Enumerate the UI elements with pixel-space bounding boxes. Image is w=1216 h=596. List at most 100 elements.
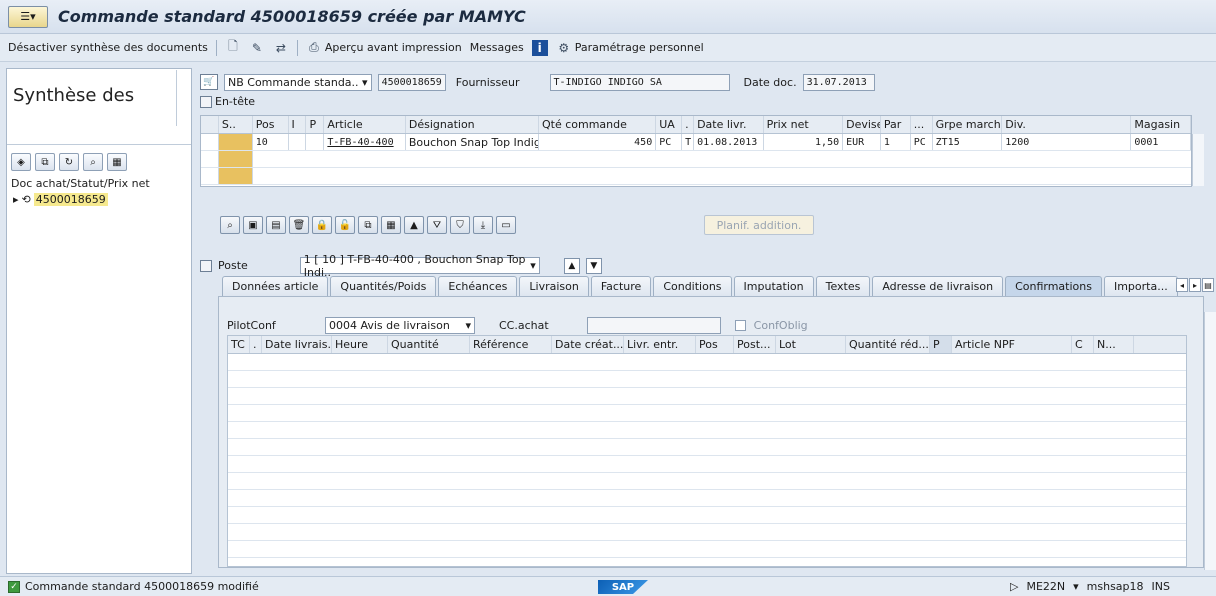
supplier-field[interactable]: T-INDIGO INDIGO SA bbox=[549, 73, 730, 91]
chevron-down-icon[interactable]: ▾ bbox=[1073, 580, 1079, 593]
tab-conditions[interactable]: Conditions bbox=[653, 276, 732, 296]
table-row[interactable] bbox=[228, 405, 1186, 422]
tree-node-po[interactable]: ▸ ⟲ 4500018659 bbox=[13, 193, 108, 206]
copy-icon[interactable]: ⧉ bbox=[35, 153, 55, 171]
item-select[interactable]: 1 [ 10 ] T-FB-40-400 , Bouchon Snap Top … bbox=[299, 253, 540, 279]
cell-net-price[interactable]: 1,50 bbox=[764, 134, 844, 150]
tab-confirmations[interactable]: Confirmations bbox=[1005, 276, 1102, 296]
table-row[interactable] bbox=[228, 456, 1186, 473]
cell-pos[interactable]: 10 bbox=[253, 134, 289, 150]
table-row[interactable] bbox=[228, 473, 1186, 490]
doc-icon[interactable]: ▭ bbox=[496, 216, 516, 234]
tab-quantites-poids[interactable]: Quantités/Poids bbox=[330, 276, 437, 296]
row-selector[interactable] bbox=[201, 168, 219, 184]
filter-icon[interactable]: ⛛ bbox=[427, 216, 447, 234]
tab-adresse-livraison[interactable]: Adresse de livraison bbox=[872, 276, 1004, 296]
play-icon[interactable]: ▷ bbox=[1010, 580, 1018, 593]
pilotconf-select[interactable]: 0004 Avis de livraison ▾ bbox=[325, 317, 475, 334]
table-row[interactable] bbox=[228, 524, 1186, 541]
unlock-icon[interactable]: 🔓 bbox=[335, 216, 355, 234]
items-grid-scrollbar[interactable] bbox=[1192, 134, 1204, 186]
table-row[interactable]: 10 T-FB-40-400 Bouchon Snap Top Indigo 4… bbox=[201, 134, 1191, 151]
tab-importation[interactable]: Importa... bbox=[1103, 276, 1178, 296]
tab-echeances[interactable]: Echéances bbox=[438, 276, 518, 296]
table-row[interactable] bbox=[228, 354, 1186, 371]
tab-donnees-article[interactable]: Données article bbox=[222, 276, 329, 296]
edit-icon[interactable]: ✎ bbox=[249, 40, 265, 56]
copy-icon[interactable]: ⧉ bbox=[358, 216, 378, 234]
other-doc-icon[interactable]: ⇄ bbox=[273, 40, 289, 56]
cell-delivery-date[interactable]: 01.08.2013 bbox=[694, 134, 764, 150]
tab-livraison[interactable]: Livraison bbox=[519, 276, 589, 296]
expand-icon[interactable]: ▸ bbox=[13, 193, 19, 206]
cell-storage[interactable]: 0001 bbox=[1131, 134, 1191, 150]
table-row[interactable] bbox=[201, 151, 1191, 168]
table-row[interactable] bbox=[228, 490, 1186, 507]
table-row[interactable] bbox=[228, 439, 1186, 456]
cell-article[interactable]: T-FB-40-400 bbox=[324, 134, 406, 150]
item-detail-icon[interactable] bbox=[200, 259, 212, 272]
main-scrollbar[interactable] bbox=[1204, 312, 1216, 570]
cell-i[interactable] bbox=[289, 134, 307, 150]
tab-textes[interactable]: Textes bbox=[815, 276, 871, 296]
cell-per[interactable]: 1 bbox=[881, 134, 911, 150]
layout-icon[interactable]: ▦ bbox=[107, 153, 127, 171]
cell-unit[interactable]: PC bbox=[911, 134, 933, 150]
lock-icon[interactable]: 🔒 bbox=[312, 216, 332, 234]
select-all-icon[interactable]: ▣ bbox=[243, 216, 263, 234]
previous-item-button[interactable]: ▲ bbox=[563, 257, 580, 274]
cell-p[interactable] bbox=[306, 134, 325, 150]
sort-asc-icon[interactable]: ▲ bbox=[404, 216, 424, 234]
doc-type-select[interactable]: NB Commande standa.. ▾ bbox=[224, 73, 372, 91]
cell-currency[interactable]: EUR bbox=[843, 134, 881, 150]
tab-list-icon[interactable]: ▤ bbox=[1202, 278, 1214, 292]
tab-facture[interactable]: Facture bbox=[590, 276, 652, 296]
refresh-icon[interactable]: ↻ bbox=[59, 153, 79, 171]
header-section-toggle[interactable]: En-tête bbox=[200, 95, 255, 108]
new-doc-icon[interactable]: 🗋 bbox=[225, 39, 241, 56]
cell-designation[interactable]: Bouchon Snap Top Indigo bbox=[406, 134, 539, 150]
cell-dot[interactable]: T bbox=[682, 134, 695, 150]
status-cell[interactable] bbox=[219, 151, 253, 167]
delete-icon[interactable]: 🗑 bbox=[289, 216, 309, 234]
tab-scroll-left-icon[interactable]: ◂ bbox=[1176, 278, 1188, 292]
toggle-doc-overview-button[interactable]: Désactiver synthèse des documents bbox=[8, 41, 208, 54]
table-row[interactable] bbox=[201, 168, 1191, 185]
next-item-button[interactable]: ▼ bbox=[585, 257, 602, 274]
confoblig-checkbox[interactable] bbox=[734, 320, 746, 331]
grid-icon[interactable]: ▦ bbox=[381, 216, 401, 234]
filter-off-icon[interactable]: ⛉ bbox=[450, 216, 470, 234]
transaction-code[interactable]: ME22N bbox=[1026, 580, 1065, 593]
row-selector[interactable] bbox=[201, 134, 219, 150]
tab-scroll-right-icon[interactable]: ▸ bbox=[1189, 278, 1201, 292]
table-row[interactable] bbox=[228, 507, 1186, 524]
ccachat-field[interactable] bbox=[586, 317, 721, 334]
table-row[interactable] bbox=[228, 422, 1186, 439]
print-preview-button[interactable]: ⎙ Aperçu avant impression bbox=[306, 40, 462, 56]
selection-variant-icon[interactable]: ◈ bbox=[11, 153, 31, 171]
cart-icon[interactable]: 🛒 bbox=[200, 74, 218, 90]
cell-ua[interactable]: PC bbox=[656, 134, 683, 150]
personal-settings-button[interactable]: ⚙ Paramétrage personnel bbox=[556, 40, 703, 56]
find-icon[interactable]: ⌕ bbox=[83, 153, 103, 171]
overview-scrollbar[interactable] bbox=[176, 70, 190, 126]
details-icon[interactable]: ⌕ bbox=[220, 216, 240, 234]
tab-imputation[interactable]: Imputation bbox=[733, 276, 814, 296]
table-row[interactable] bbox=[228, 371, 1186, 388]
date-field[interactable]: 31.07.2013 bbox=[802, 73, 875, 91]
system-menu-button[interactable]: ☰▾ bbox=[8, 5, 48, 28]
input-mode[interactable]: INS bbox=[1152, 580, 1170, 593]
status-cell[interactable] bbox=[219, 168, 253, 184]
cell-material-group[interactable]: ZT15 bbox=[933, 134, 1003, 150]
cell-plant[interactable]: 1200 bbox=[1002, 134, 1132, 150]
info-icon[interactable]: i bbox=[531, 39, 548, 56]
cell-quantity[interactable]: 450 bbox=[539, 134, 657, 150]
table-row[interactable] bbox=[228, 541, 1186, 558]
export-icon[interactable]: ⤓ bbox=[473, 216, 493, 234]
messages-button[interactable]: Messages bbox=[470, 41, 524, 54]
deselect-all-icon[interactable]: ▤ bbox=[266, 216, 286, 234]
status-cell[interactable] bbox=[218, 134, 253, 150]
row-selector[interactable] bbox=[201, 151, 219, 167]
planif-addition-button[interactable]: Planif. addition. bbox=[704, 215, 814, 235]
doc-number-field[interactable]: 4500018659 bbox=[377, 73, 446, 91]
